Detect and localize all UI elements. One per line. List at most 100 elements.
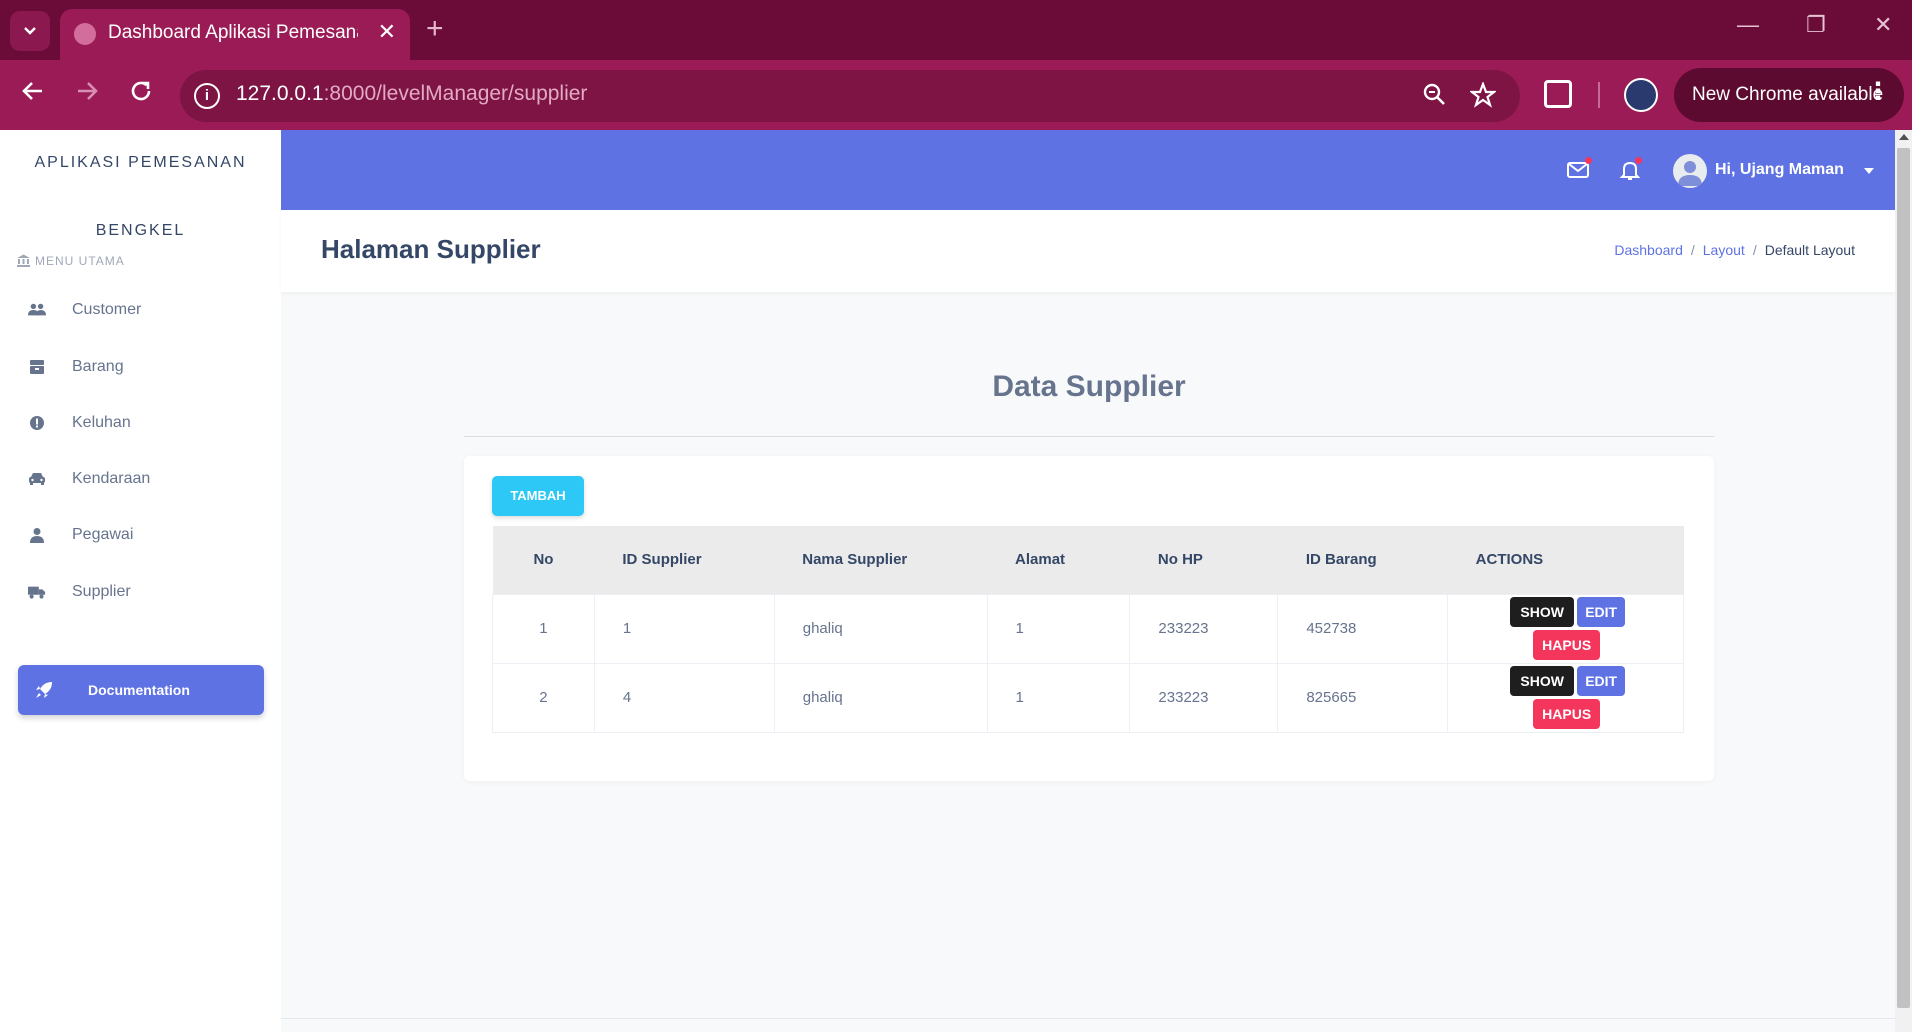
bell-icon[interactable]	[1618, 157, 1642, 182]
delete-button[interactable]: HAPUS	[1533, 698, 1601, 729]
add-supplier-button[interactable]: TAMBAH	[492, 476, 584, 516]
brand-subtitle[interactable]: BENGKEL	[0, 222, 281, 240]
caret-down-icon[interactable]	[1864, 168, 1874, 174]
zoom-icon[interactable]	[1422, 82, 1446, 111]
tab-search-button[interactable]	[10, 11, 50, 51]
page-header: Halaman Supplier Dashboard / Layout / Defaul…	[281, 210, 1895, 292]
user-icon	[28, 526, 46, 544]
sidebar-item-keluhan[interactable]: Keluhan	[28, 408, 268, 438]
table-row: 1 1 ghaliq 1 233223 452738 SHOW EDIT HAP…	[492, 593, 1684, 664]
cell-no-hp: 233223	[1129, 593, 1279, 664]
cell-no: 1	[492, 593, 595, 664]
browser-tab[interactable]: Dashboard Aplikasi Pemesanan ✕	[60, 9, 410, 60]
sidebar-item-label: Barang	[72, 358, 124, 375]
extensions-icon[interactable]	[1544, 80, 1572, 108]
sidebar-item-supplier[interactable]: Supplier	[28, 577, 268, 607]
rocket-icon	[36, 682, 52, 698]
window-close-icon[interactable]: ✕	[1874, 14, 1892, 36]
cell-nama-supplier: ghaliq	[773, 662, 988, 733]
footer-divider	[281, 1018, 1895, 1019]
column-header: ID Supplier	[594, 526, 775, 594]
show-button[interactable]: SHOW	[1510, 665, 1575, 696]
scrollbar-thumb[interactable]	[1897, 148, 1910, 1008]
breadcrumb-layout[interactable]: Layout	[1703, 242, 1745, 258]
back-arrow-icon[interactable]	[20, 78, 46, 108]
cell-alamat: 1	[986, 662, 1131, 733]
kebab-menu-icon[interactable]: ⋮	[1866, 80, 1890, 104]
scroll-up-icon[interactable]	[1899, 134, 1909, 140]
cell-alamat: 1	[986, 593, 1131, 664]
sidebar-item-kendaraan[interactable]: Kendaraan	[28, 464, 268, 494]
sidebar-item-label: Customer	[72, 301, 142, 318]
truck-icon	[28, 583, 46, 601]
user-avatar-icon[interactable]	[1673, 154, 1707, 188]
column-header: No	[492, 526, 595, 594]
reload-icon[interactable]	[128, 78, 154, 108]
column-header: ID Barang	[1277, 526, 1448, 594]
car-icon	[28, 470, 46, 488]
cell-actions: SHOW EDIT HAPUS	[1447, 662, 1684, 733]
cell-no-hp: 233223	[1129, 662, 1279, 733]
page-title: Halaman Supplier	[321, 234, 541, 264]
breadcrumb: Dashboard / Layout / Default Layout	[1614, 242, 1855, 258]
brand-title[interactable]: APLIKASI PEMESANAN	[0, 154, 281, 172]
url-text[interactable]: 127.0.0.1:8000/levelManager/supplier	[236, 82, 587, 106]
menu-heading: MENU UTAMA	[16, 254, 125, 268]
table-row: 2 4 ghaliq 1 233223 825665 SHOW EDIT HAP…	[492, 662, 1684, 733]
show-button[interactable]: SHOW	[1510, 596, 1575, 627]
sidebar: APLIKASI PEMESANAN BENGKEL MENU UTAMA Cu…	[0, 130, 281, 1032]
notification-dot	[1585, 157, 1592, 164]
site-info-icon[interactable]: i	[194, 83, 220, 109]
edit-button[interactable]: EDIT	[1577, 596, 1626, 627]
cell-nama-supplier: ghaliq	[773, 593, 988, 664]
tab-title: Dashboard Aplikasi Pemesanan	[108, 22, 358, 43]
close-icon[interactable]: ✕	[378, 21, 396, 43]
box-icon	[28, 358, 46, 376]
delete-button[interactable]: HAPUS	[1533, 629, 1601, 660]
top-navbar: Hi, Ujang Maman	[281, 130, 1895, 210]
sidebar-item-pegawai[interactable]: Pegawai	[28, 520, 268, 550]
bookmark-star-icon[interactable]	[1468, 80, 1498, 113]
restore-icon[interactable]: ❐	[1806, 14, 1826, 36]
user-greeting[interactable]: Hi, Ujang Maman	[1715, 161, 1844, 179]
column-header: ACTIONS	[1447, 526, 1684, 594]
bank-icon	[17, 254, 30, 267]
section-title: Data Supplier	[992, 370, 1186, 403]
table-header-row: No ID Supplier Nama Supplier Alamat No H…	[492, 526, 1684, 594]
sidebar-item-label: Kendaraan	[72, 470, 151, 487]
column-header: Nama Supplier	[774, 526, 988, 594]
profile-avatar[interactable]	[1624, 78, 1658, 112]
sidebar-item-label: Pegawai	[72, 526, 134, 543]
page-viewport: APLIKASI PEMESANAN BENGKEL MENU UTAMA Cu…	[0, 130, 1912, 1032]
documentation-label: Documentation	[88, 682, 190, 698]
sidebar-item-label: Supplier	[72, 583, 131, 600]
breadcrumb-dashboard[interactable]: Dashboard	[1614, 242, 1683, 258]
section-divider	[464, 436, 1714, 437]
page-scrollbar[interactable]	[1895, 130, 1912, 1032]
envelope-icon[interactable]	[1566, 157, 1592, 182]
toolbar-divider	[1598, 82, 1600, 108]
minimize-icon[interactable]: —	[1737, 14, 1759, 36]
chevron-down-icon	[24, 27, 36, 35]
cell-id-supplier: 4	[593, 662, 775, 733]
users-icon	[28, 301, 46, 319]
column-header: Alamat	[987, 526, 1130, 594]
alert-icon	[28, 414, 46, 432]
sidebar-item-customer[interactable]: Customer	[28, 295, 268, 325]
browser-toolbar: i 127.0.0.1:8000/levelManager/supplier N…	[0, 60, 1912, 130]
cell-actions: SHOW EDIT HAPUS	[1447, 593, 1684, 664]
supplier-table: No ID Supplier Nama Supplier Alamat No H…	[492, 526, 1684, 733]
menu-heading-label: MENU UTAMA	[35, 254, 125, 268]
column-header: No HP	[1129, 526, 1278, 594]
documentation-button[interactable]: Documentation	[18, 665, 264, 715]
breadcrumb-current: Default Layout	[1764, 242, 1855, 258]
chrome-update-button[interactable]: New Chrome available ⋮	[1674, 68, 1904, 122]
supplier-card: TAMBAH No ID Supplier Nama Supplier Alam…	[464, 456, 1714, 781]
notification-dot	[1635, 157, 1642, 164]
forward-arrow-icon[interactable]	[74, 78, 100, 108]
sidebar-item-barang[interactable]: Barang	[28, 352, 268, 382]
address-bar[interactable]: i 127.0.0.1:8000/levelManager/supplier	[180, 70, 1520, 122]
new-tab-button[interactable]: +	[426, 14, 444, 44]
edit-button[interactable]: EDIT	[1577, 665, 1626, 696]
cell-id-supplier: 1	[593, 593, 775, 664]
